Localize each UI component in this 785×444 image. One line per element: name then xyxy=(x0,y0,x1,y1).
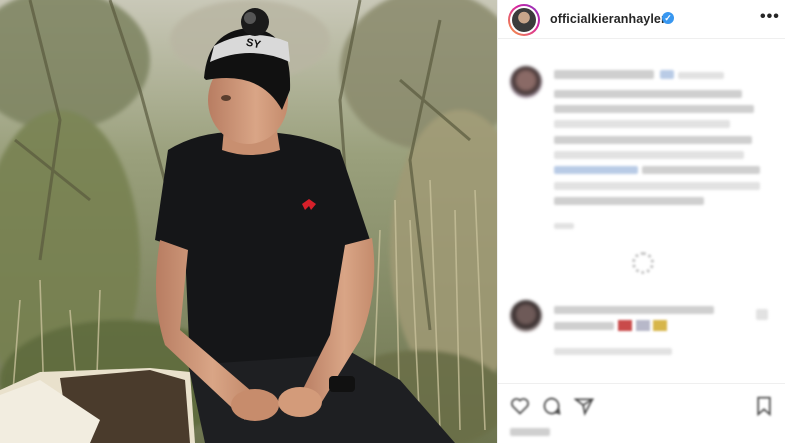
verified-badge-icon: ✓ xyxy=(662,12,674,24)
caption-line xyxy=(642,166,760,174)
caption-line xyxy=(660,70,674,79)
caption-hashtag[interactable] xyxy=(554,166,638,174)
caption-line xyxy=(554,105,754,113)
post-header: officialkieranhayler ✓ ••• xyxy=(498,0,785,39)
comment-meta xyxy=(554,348,672,355)
caption-line xyxy=(554,197,704,205)
comment-icon[interactable] xyxy=(542,396,562,416)
commenter-avatar[interactable] xyxy=(510,300,542,332)
caption-author-avatar[interactable] xyxy=(510,66,542,98)
caption-line xyxy=(554,120,730,128)
share-icon[interactable] xyxy=(574,396,594,416)
caption-line xyxy=(554,70,654,79)
comment-emoji xyxy=(618,320,632,331)
comment-like-icon[interactable] xyxy=(756,309,768,320)
author-username[interactable]: officialkieranhayler xyxy=(550,12,666,26)
caption-line xyxy=(554,151,744,159)
comment-line xyxy=(554,306,714,314)
post-actions-bar xyxy=(498,383,785,444)
instagram-post: SY officialkieranhayler ✓ ••• xyxy=(0,0,785,443)
post-photo[interactable]: SY xyxy=(0,0,497,443)
caption-line xyxy=(554,136,752,144)
caption-line xyxy=(554,182,760,190)
author-avatar[interactable] xyxy=(508,4,540,36)
comment-line xyxy=(554,322,614,330)
post-side-panel: officialkieranhayler ✓ ••• xyxy=(497,0,785,443)
photo-image xyxy=(0,0,497,443)
heart-icon[interactable] xyxy=(510,396,530,416)
comment-emoji xyxy=(636,320,650,331)
more-options-icon[interactable]: ••• xyxy=(760,8,780,26)
caption-timestamp xyxy=(554,223,574,229)
caption-line xyxy=(678,72,724,79)
bookmark-icon[interactable] xyxy=(754,396,774,416)
caption-line xyxy=(554,90,742,98)
likes-count[interactable] xyxy=(510,428,550,436)
loading-spinner-icon xyxy=(632,252,654,274)
comment-emoji xyxy=(653,320,667,331)
